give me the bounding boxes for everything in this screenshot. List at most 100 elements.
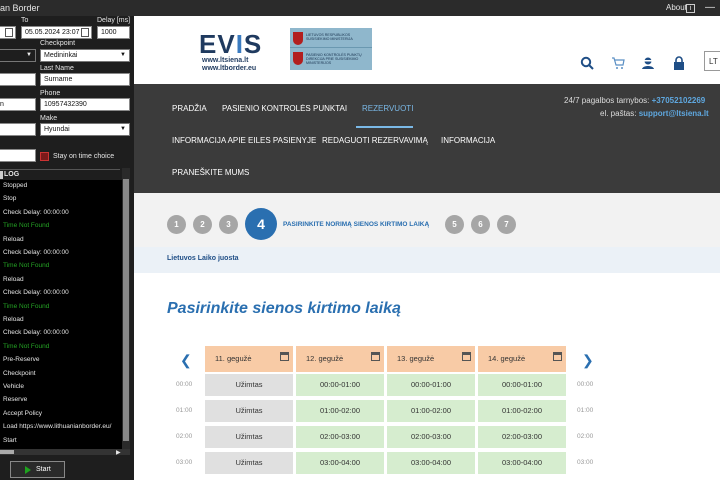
time-label: 03:00 — [176, 459, 193, 466]
time-label: 03:00 — [577, 459, 594, 466]
next-week-arrow[interactable]: ❯ — [582, 352, 594, 369]
ministry-logo[interactable]: LIETUVOS RESPUBLIKOS SUSISIEKIMO MINISTE… — [290, 28, 372, 70]
plate-field[interactable] — [0, 123, 36, 136]
scroll-right-icon[interactable]: ▶ — [116, 449, 121, 456]
lock-icon[interactable] — [672, 56, 686, 70]
step-7: 7 — [497, 215, 516, 234]
slot-occupied: Užimtas — [205, 400, 293, 422]
title-bar: an Border About i — — [0, 0, 720, 16]
log-entry: Stopped — [3, 182, 28, 189]
evis-logo[interactable]: EVIS — [199, 29, 262, 60]
step-4-active: 4 — [245, 208, 277, 240]
make-dropdown[interactable]: Hyundai ▼ — [40, 123, 130, 136]
make-label: Make — [40, 115, 58, 122]
delay-input[interactable]: 1000 — [97, 26, 130, 39]
about-link[interactable]: About — [666, 3, 687, 12]
slot-available[interactable]: 02:00-03:00 — [296, 426, 384, 448]
nav-home[interactable]: PRADŽIA — [172, 104, 207, 113]
calendar-icon[interactable] — [81, 28, 89, 37]
log-entry: Time Not Found — [3, 262, 50, 270]
active-nav-underline — [356, 126, 413, 128]
user-icon[interactable] — [641, 56, 655, 70]
phone-label: Phone — [40, 90, 61, 97]
email-field[interactable]: n — [0, 98, 36, 111]
slot-available[interactable]: 01:00-02:00 — [387, 400, 475, 422]
slot-available[interactable]: 01:00-02:00 — [296, 400, 384, 422]
slot-available[interactable]: 00:00-01:00 — [478, 374, 566, 396]
first-name-field[interactable] — [0, 73, 36, 86]
time-label: 00:00 — [176, 381, 193, 388]
play-icon — [25, 466, 31, 474]
calendar-icon[interactable] — [371, 352, 380, 361]
country-dropdown[interactable]: ▼ — [0, 49, 36, 62]
step-2[interactable]: 2 — [193, 215, 212, 234]
calendar-icon[interactable] — [5, 28, 13, 37]
chevron-down-icon: ▼ — [26, 52, 32, 58]
chevron-down-icon: ▼ — [120, 52, 126, 58]
nav-queue-info[interactable]: INFORMACIJA APIE EILES PASIENYJE — [172, 136, 316, 145]
control-panel: To 05.05.2024 23:07 Delay [ms] 1000 ▼ Ch… — [0, 16, 134, 480]
log-list: Stopped Stop Check Delay: 00:00:00 Time Not… — [0, 180, 122, 450]
log-entry: Accept Policy — [3, 409, 43, 417]
step-1[interactable]: 1 — [167, 215, 186, 234]
calendar-icon[interactable] — [553, 352, 562, 361]
from-date-field[interactable] — [0, 26, 16, 39]
site-header: EVIS www.ltsiena.lt www.ltborder.eu LIET… — [134, 16, 720, 84]
slot-available[interactable]: 02:00-03:00 — [478, 426, 566, 448]
time-label: 00:00 — [577, 381, 594, 388]
nav-edit-reservation[interactable]: REDAGUOTI REZERVAVIMĄ — [322, 136, 428, 145]
model-field[interactable] — [0, 149, 36, 162]
day-header: 14. gegužė — [478, 346, 566, 372]
time-label: 02:00 — [577, 433, 594, 440]
slot-available[interactable]: 03:00-04:00 — [478, 452, 566, 474]
time-label: 02:00 — [176, 433, 193, 440]
minimize-button[interactable]: — — [705, 2, 715, 13]
step-6: 6 — [471, 215, 490, 234]
slot-occupied: Užimtas — [205, 374, 293, 396]
slot-available[interactable]: 03:00-04:00 — [387, 452, 475, 474]
calendar-icon[interactable] — [462, 352, 471, 361]
log-scroll-thumb[interactable] — [123, 179, 129, 441]
log-entry: Check Delay: 00:00:00 — [3, 329, 69, 337]
nav-reserve[interactable]: REZERVUOTI — [362, 104, 413, 113]
slot-available[interactable]: 01:00-02:00 — [478, 400, 566, 422]
step-5: 5 — [445, 215, 464, 234]
checkpoint-dropdown[interactable]: Medininkai ▼ — [40, 49, 130, 62]
phone-input[interactable]: 10957432390 — [40, 98, 130, 111]
log-label: LOG — [4, 171, 20, 178]
step-3[interactable]: 3 — [219, 215, 238, 234]
horizontal-scroll-thumb[interactable] — [0, 450, 14, 454]
info-icon[interactable]: i — [686, 4, 695, 13]
phone-link[interactable]: +37052102269 — [652, 96, 706, 105]
slot-available[interactable]: 03:00-04:00 — [296, 452, 384, 474]
timezone-bar: Lietuvos Laiko juosta — [134, 247, 720, 273]
horizontal-scrollbar[interactable] — [0, 449, 130, 455]
log-entry: Check Delay: 00:00:00 — [3, 208, 69, 216]
slot-available[interactable]: 00:00-01:00 — [296, 374, 384, 396]
log-entry: Vehicle — [3, 383, 24, 390]
stay-on-time-checkbox[interactable] — [40, 152, 49, 161]
log-entry: Reserve — [3, 396, 28, 404]
cart-icon[interactable] — [611, 56, 625, 70]
email-link[interactable]: support@ltsiena.lt — [639, 109, 709, 118]
start-button[interactable]: Start — [10, 461, 65, 478]
slot-available[interactable]: 02:00-03:00 — [387, 426, 475, 448]
to-date-field[interactable]: 05.05.2024 23:07 — [21, 26, 92, 39]
log-entry: Reload — [3, 235, 24, 243]
language-selector[interactable]: LT — [704, 51, 720, 71]
log-entry: Pre-Reserve — [3, 356, 40, 364]
nav-checkpoints[interactable]: PASIENIO KONTROLĖS PUNKTAI — [222, 104, 347, 113]
search-icon[interactable] — [580, 56, 594, 70]
nav-contact-us[interactable]: PRANEŠKITE MUMS — [172, 168, 249, 177]
day-header: 11. gegužė — [205, 346, 293, 372]
prev-week-arrow[interactable]: ❮ — [180, 352, 192, 369]
last-name-input[interactable]: Surname — [40, 73, 130, 86]
log-entry: Stop — [3, 195, 17, 203]
calendar-icon[interactable] — [280, 352, 289, 361]
coat-of-arms-icon — [293, 52, 303, 65]
slot-available[interactable]: 00:00-01:00 — [387, 374, 475, 396]
log-entry: Time Not Found — [3, 342, 50, 350]
window-title: an Border — [0, 3, 40, 13]
day-header: 12. gegužė — [296, 346, 384, 372]
nav-information[interactable]: INFORMACIJA — [441, 136, 495, 145]
